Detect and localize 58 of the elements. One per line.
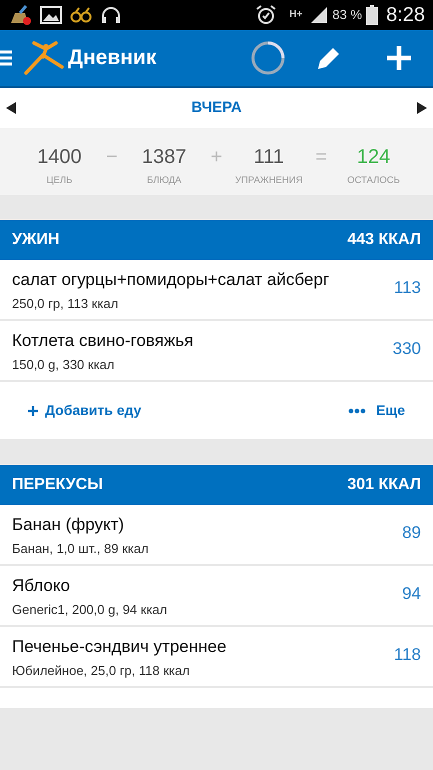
food-name: Яблоко — [12, 576, 71, 596]
food-calories: 330 — [392, 338, 421, 360]
section-total: 443 ККАЛ — [347, 230, 421, 250]
summary-label: ЦЕЛЬ — [46, 174, 72, 188]
plus-icon[interactable] — [386, 45, 412, 71]
glasses-icon — [70, 6, 92, 24]
figure-logo-icon — [24, 41, 64, 75]
clock: 8:28 — [386, 3, 425, 28]
summary-value: 1387 — [142, 145, 186, 170]
operator: − — [104, 145, 119, 170]
food-row[interactable]: Котлета свино-говяжья 150,0 g, 330 ккал 330 — [0, 321, 433, 382]
plus-icon — [28, 406, 38, 416]
operator: + — [210, 145, 224, 170]
battery-icon — [366, 5, 378, 25]
food-calories: 118 — [394, 644, 421, 666]
image-icon — [40, 6, 62, 24]
next-arrow-icon[interactable] — [417, 102, 427, 114]
summary-label: БЛЮДА — [146, 174, 182, 188]
food-row[interactable]: Яблоко Generic1, 200,0 g, 94 ккал 94 — [0, 566, 433, 627]
section-total: 301 ККАЛ — [347, 475, 421, 495]
food-name: Котлета свино-говяжья — [12, 331, 194, 351]
food-detail: Банан, 1,0 шт., 89 ккал — [12, 540, 150, 558]
food-detail: Юбилейное, 25,0 гр, 118 ккал — [12, 662, 191, 680]
pencil-icon[interactable] — [316, 45, 342, 71]
food-row[interactable]: Печенье-сэндвич утреннее Юбилейное, 25,0 гр, 118 ккал 118 — [0, 627, 433, 688]
signal-icon — [310, 6, 328, 24]
broom-icon — [8, 5, 32, 25]
food-row[interactable]: Банан (фрукт) Банан, 1,0 шт., 89 ккал 89 — [0, 505, 433, 566]
battery-percent: 83 % — [332, 6, 362, 24]
food-calories: 94 — [402, 583, 421, 605]
date-label: ВЧЕРА — [190, 98, 243, 118]
food-detail: 150,0 g, 330 ккал — [12, 356, 116, 374]
app-title: Дневник — [68, 45, 156, 72]
operator: = — [314, 145, 328, 170]
food-name: Печенье-сэндвич утреннее — [12, 637, 228, 657]
summary-value: 124 — [356, 145, 390, 170]
food-calories: 113 — [394, 277, 421, 299]
summary-value: 111 — [254, 145, 284, 170]
headphones-icon — [100, 5, 122, 25]
food-name: салат огурцы+помидоры+салат айсберг — [12, 270, 330, 290]
add-food-button[interactable]: Добавить еду — [28, 400, 142, 421]
loading-spinner-icon — [250, 40, 286, 76]
previous-arrow-icon[interactable] — [6, 102, 16, 114]
food-calories: 89 — [402, 522, 421, 544]
food-detail: 250,0 гр, 113 ккал — [12, 295, 120, 313]
food-row[interactable]: салат огурцы+помидоры+салат айсберг 250,0 гр, 113 ккал 113 — [0, 260, 433, 321]
section-title: ПЕРЕКУСЫ — [12, 475, 103, 495]
more-button[interactable]: Еще — [348, 400, 405, 421]
section-title: УЖИН — [12, 230, 60, 250]
menu-icon[interactable] — [0, 50, 12, 66]
summary-label: УПРАЖНЕНИЯ — [235, 174, 303, 188]
alarm-clock-icon — [255, 4, 278, 26]
network-type: H+ — [289, 10, 302, 20]
food-detail: Generic1, 200,0 g, 94 ккал — [12, 601, 168, 619]
summary-label: ОСТАЛОСЬ — [347, 174, 400, 188]
summary-value: 1400 — [37, 145, 82, 170]
more-dots-icon — [348, 408, 366, 414]
food-name: Банан (фрукт) — [12, 515, 126, 535]
